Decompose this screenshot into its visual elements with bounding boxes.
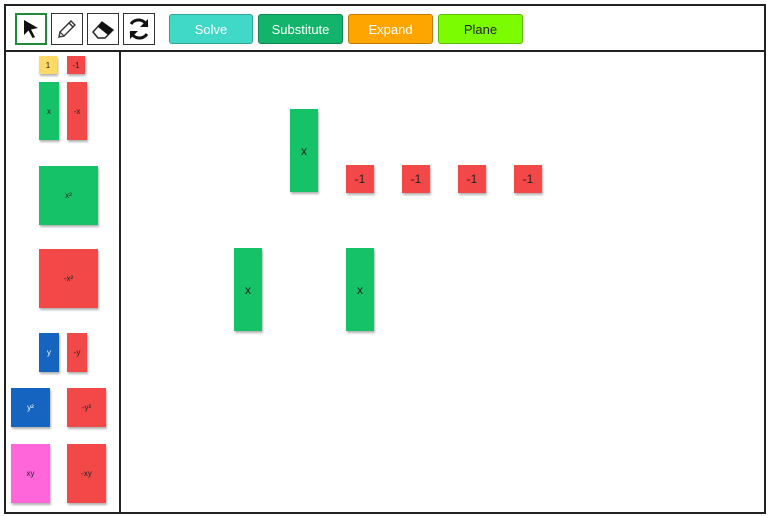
refresh-tool[interactable] (123, 13, 155, 45)
eraser-icon (92, 21, 115, 39)
pencil-icon (58, 20, 76, 38)
eraser-tool[interactable] (87, 13, 119, 45)
palette-negative-y-tile[interactable]: -y (67, 333, 87, 372)
canvas-negative-unit-tile[interactable]: -1 (402, 165, 430, 193)
canvas-negative-unit-tile[interactable]: -1 (514, 165, 542, 193)
pointer-tool[interactable] (15, 13, 47, 45)
pencil-tool[interactable] (51, 13, 83, 45)
palette-x-squared-tile[interactable]: x² (39, 166, 98, 225)
palette-negative-y-squared-tile[interactable]: -y² (67, 388, 106, 427)
palette-y-tile[interactable]: y (39, 333, 59, 372)
palette-negative-x-squared-tile[interactable]: -x² (39, 249, 98, 308)
plane-button[interactable]: Plane (438, 14, 523, 44)
algebra-tiles-app: Solve Substitute Expand Plane 1 -1 x -x … (4, 4, 766, 514)
refresh-icon (129, 18, 149, 40)
canvas-x-tile[interactable]: x (290, 109, 318, 192)
workspace-canvas[interactable]: x -1 -1 -1 -1 x x (121, 52, 764, 512)
palette-unit-tile[interactable]: 1 (39, 56, 57, 74)
expand-button[interactable]: Expand (348, 14, 433, 44)
palette-negative-unit-tile[interactable]: -1 (67, 56, 85, 74)
palette-xy-tile[interactable]: xy (11, 444, 50, 503)
canvas-x-tile[interactable]: x (346, 248, 374, 331)
palette-y-squared-tile[interactable]: y² (11, 388, 50, 427)
palette-negative-xy-tile[interactable]: -xy (67, 444, 106, 503)
canvas-x-tile[interactable]: x (234, 248, 262, 331)
toolbar: Solve Substitute Expand Plane (6, 6, 764, 52)
palette-x-tile[interactable]: x (39, 82, 59, 140)
solve-button[interactable]: Solve (169, 14, 253, 44)
substitute-button[interactable]: Substitute (258, 14, 343, 44)
pointer-icon (24, 20, 38, 38)
canvas-negative-unit-tile[interactable]: -1 (458, 165, 486, 193)
tile-palette: 1 -1 x -x x² -x² y -y y² -y² xy -xy (6, 52, 121, 512)
palette-negative-x-tile[interactable]: -x (67, 82, 87, 140)
canvas-negative-unit-tile[interactable]: -1 (346, 165, 374, 193)
